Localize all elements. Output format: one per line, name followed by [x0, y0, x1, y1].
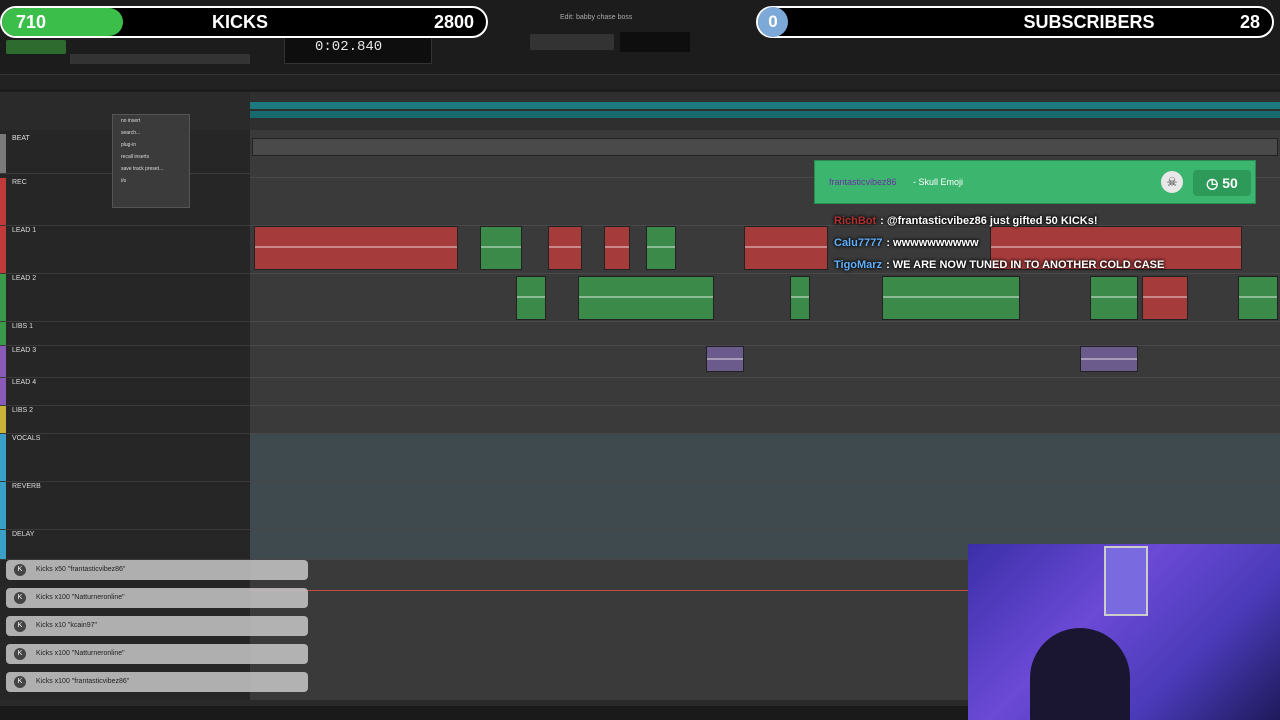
notification-amount: ◷ 50	[1193, 170, 1251, 196]
clip[interactable]	[706, 346, 744, 372]
menu-item[interactable]: save track preset...	[113, 163, 189, 175]
transport-controls[interactable]	[530, 34, 614, 50]
menu-item[interactable]: i/o	[113, 175, 189, 187]
kick-icon: K	[14, 676, 26, 688]
kick-icon: K	[14, 564, 26, 576]
chat-text: : @frantasticvibez86 just gifted 50 KICK…	[880, 215, 1098, 227]
kick-feed-item: K Kicks x50 "frantasticvibez86"	[6, 560, 308, 580]
clip[interactable]	[604, 226, 630, 270]
track-name: LIBS 1	[12, 323, 34, 330]
track-name: BEAT	[12, 135, 30, 142]
chat-text: : wwwwwwwwww	[886, 237, 979, 249]
chat-message: RichBot: @frantasticvibez86 just gifted …	[834, 215, 1098, 227]
subscribers-goal: 28	[1239, 11, 1260, 32]
clip[interactable]	[882, 276, 1020, 320]
track-name: DELAY	[12, 531, 35, 538]
skull-icon: ☠	[1161, 171, 1183, 193]
subscribers-goal-bar: 0 SUBSCRIBERS 28	[756, 6, 1274, 38]
person-silhouette	[1030, 628, 1130, 720]
kick-feed-item: K Kicks x100 "Natturneronline"	[6, 588, 308, 608]
track-name: VOCALS	[12, 435, 41, 442]
kick-feed-item: K Kicks x10 "kcain97"	[6, 616, 308, 636]
edit-toolbar-row	[0, 74, 1280, 89]
track-name: REVERB	[12, 483, 41, 490]
track-name: LEAD 2	[12, 275, 37, 282]
timeline-ruler[interactable]	[250, 92, 1280, 131]
clip[interactable]	[548, 226, 582, 270]
track-header-lead2[interactable]: LEAD 2	[0, 274, 250, 322]
clip[interactable]	[1238, 276, 1278, 320]
kicks-goal-bar: 710 KICKS 2800	[0, 6, 488, 38]
track-header-lead4[interactable]: LEAD 4	[0, 378, 250, 406]
lane-libs1[interactable]	[250, 322, 1280, 346]
clip[interactable]	[578, 276, 714, 320]
chat-user: TigoMarz	[834, 259, 883, 271]
menu-item[interactable]: no insert	[113, 115, 189, 127]
track-name: REC	[12, 179, 27, 186]
chat-message: Calu7777: wwwwwwwwww	[834, 237, 979, 249]
zoom-presets[interactable]	[70, 54, 250, 64]
track-name: LEAD 1	[12, 227, 37, 234]
notification-text: - Skull Emoji	[913, 177, 964, 187]
track-header-libs2[interactable]: LIBS 2	[0, 406, 250, 434]
subscribers-label: SUBSCRIBERS	[1023, 11, 1155, 32]
lane-lead3[interactable]	[250, 346, 1280, 378]
chat-user: RichBot	[834, 215, 877, 227]
tempo-display[interactable]	[620, 32, 690, 52]
clip[interactable]	[646, 226, 676, 270]
track-list: BEAT REC LEAD 1 LEAD 2 LIBS 1 LEAD 3 LEA…	[0, 130, 250, 700]
clip[interactable]	[1142, 276, 1188, 320]
clip[interactable]	[1080, 346, 1138, 372]
chat-user: Calu7777	[834, 237, 883, 249]
kick-icon: K	[14, 648, 26, 660]
clip[interactable]	[516, 276, 546, 320]
kick-feed-item: K Kicks x100 "Natturneronline"	[6, 644, 308, 664]
kicks-count: 710	[16, 11, 47, 32]
notification-user: frantasticvibez86	[829, 177, 897, 187]
window-title: Edit: babby chase boss	[560, 14, 633, 21]
lane-reverb[interactable]	[250, 482, 1280, 530]
lane-lead2[interactable]	[250, 274, 1280, 322]
clip[interactable]	[254, 226, 458, 270]
track-header-reverb[interactable]: REVERB	[0, 482, 250, 530]
kicks-goal: 2800	[433, 11, 474, 32]
insert-context-menu[interactable]: no insert search... plug-in recall inser…	[112, 114, 190, 208]
tempo-ruler-lane[interactable]	[250, 111, 1280, 118]
track-header-delay[interactable]: DELAY	[0, 530, 250, 560]
clip[interactable]	[744, 226, 828, 270]
clip-beat[interactable]	[252, 138, 1278, 156]
marker-ruler-lane[interactable]	[250, 102, 1280, 109]
track-header-lead1[interactable]: LEAD 1	[0, 226, 250, 274]
mode-buttons[interactable]	[6, 40, 66, 54]
wall-poster	[1104, 546, 1148, 616]
clip[interactable]	[480, 226, 522, 270]
kick-icon: K	[14, 592, 26, 604]
clip[interactable]	[1090, 276, 1138, 320]
gift-notification: frantasticvibez86 - Skull Emoji ☠ ◷ 50	[814, 160, 1256, 204]
bottom-plugin-bar	[0, 706, 968, 720]
kick-icon: K	[14, 620, 26, 632]
subscribers-count: 0	[758, 7, 788, 37]
chat-text: : WE ARE NOW TUNED IN TO ANOTHER COLD CA…	[886, 259, 1165, 271]
track-header-vocals[interactable]: VOCALS	[0, 434, 250, 482]
lane-libs2[interactable]	[250, 406, 1280, 434]
menu-item[interactable]: search...	[113, 127, 189, 139]
clip[interactable]	[790, 276, 810, 320]
chat-message: TigoMarz: WE ARE NOW TUNED IN TO ANOTHER…	[834, 259, 1164, 271]
main-counter[interactable]: 0:02.840	[284, 34, 432, 64]
menu-item[interactable]: recall inserts	[113, 151, 189, 163]
track-name: LIBS 2	[12, 407, 34, 414]
track-header-libs1[interactable]: LIBS 1	[0, 322, 250, 346]
kicks-label: KICKS	[211, 11, 268, 32]
track-name: LEAD 3	[12, 347, 37, 354]
lane-vocals[interactable]	[250, 434, 1280, 482]
webcam-feed	[968, 544, 1280, 720]
kick-feed-item: K Kicks x100 "frantasticvibez86"	[6, 672, 308, 692]
track-name: LEAD 4	[12, 379, 37, 386]
track-header-lead3[interactable]: LEAD 3	[0, 346, 250, 378]
lane-lead4[interactable]	[250, 378, 1280, 406]
menu-item[interactable]: plug-in	[113, 139, 189, 151]
